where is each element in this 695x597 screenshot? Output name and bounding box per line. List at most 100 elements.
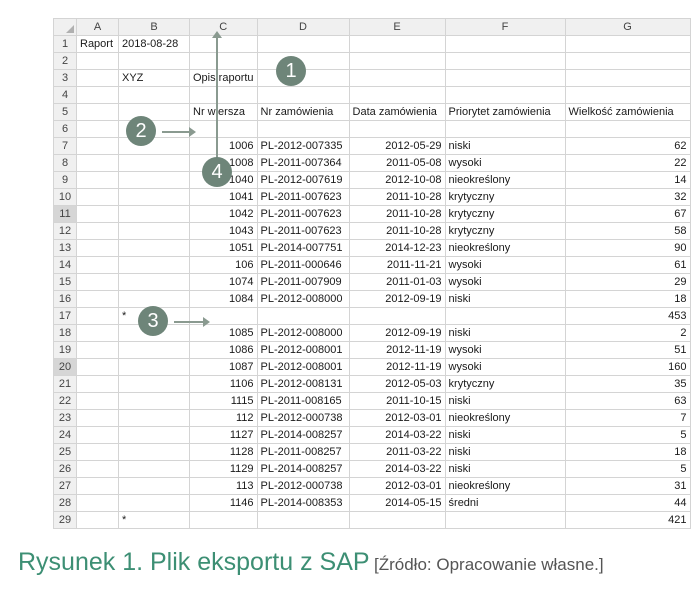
cell-f[interactable]: nieokreślony <box>444 477 566 495</box>
column-header-b[interactable]: B <box>118 18 190 36</box>
cell-c[interactable]: 1074 <box>189 273 258 291</box>
row-number[interactable]: 19 <box>53 341 77 359</box>
cell-g[interactable]: 7 <box>564 409 691 427</box>
cell-d[interactable]: PL-2012-008000 <box>256 290 350 308</box>
cell-b[interactable] <box>118 239 190 257</box>
cell-c[interactable]: 1087 <box>189 358 258 376</box>
cell-f[interactable]: Priorytet zamówienia <box>444 103 566 121</box>
cell-g[interactable]: 61 <box>564 256 691 274</box>
cell-e[interactable]: 2012-03-01 <box>348 477 446 495</box>
cell-c[interactable]: Nr wiersza <box>189 103 258 121</box>
cell-g[interactable] <box>564 35 691 53</box>
cell-f[interactable]: wysoki <box>444 256 566 274</box>
cell-d[interactable]: PL-2011-008165 <box>256 392 350 410</box>
cell-g[interactable]: 90 <box>564 239 691 257</box>
cell-g[interactable]: 18 <box>564 443 691 461</box>
cell-b[interactable] <box>118 392 190 410</box>
cell-d[interactable]: Nr zamówienia <box>256 103 350 121</box>
cell-e[interactable] <box>348 307 446 325</box>
cell-f[interactable] <box>444 86 566 104</box>
cell-g[interactable] <box>564 52 691 70</box>
cell-e[interactable]: 2012-03-01 <box>348 409 446 427</box>
cell-a[interactable] <box>76 188 119 206</box>
cell-d[interactable] <box>256 86 350 104</box>
cell-c[interactable]: 113 <box>189 477 258 495</box>
cell-e[interactable] <box>348 35 446 53</box>
cell-a[interactable] <box>76 494 119 512</box>
row-number[interactable]: 17 <box>53 307 77 325</box>
cell-a[interactable] <box>76 273 119 291</box>
row-number[interactable]: 29 <box>53 511 77 529</box>
cell-g[interactable]: 14 <box>564 171 691 189</box>
cell-f[interactable] <box>444 511 566 529</box>
cell-f[interactable]: krytyczny <box>444 375 566 393</box>
cell-f[interactable]: nieokreślony <box>444 239 566 257</box>
cell-f[interactable]: krytyczny <box>444 188 566 206</box>
cell-b[interactable] <box>118 290 190 308</box>
cell-e[interactable]: 2012-11-19 <box>348 358 446 376</box>
cell-a[interactable] <box>76 69 119 87</box>
cell-g[interactable]: 51 <box>564 341 691 359</box>
cell-b[interactable] <box>118 341 190 359</box>
cell-b[interactable] <box>118 103 190 121</box>
cell-b[interactable]: 2018-08-28 <box>118 35 190 53</box>
column-header-f[interactable]: F <box>444 18 566 36</box>
column-header-g[interactable]: G <box>564 18 691 36</box>
cell-b[interactable] <box>118 256 190 274</box>
cell-g[interactable] <box>564 120 691 138</box>
select-all-corner[interactable] <box>53 18 77 36</box>
cell-e[interactable]: 2011-10-28 <box>348 222 446 240</box>
row-number[interactable]: 5 <box>53 103 77 121</box>
cell-c[interactable]: 1127 <box>189 426 258 444</box>
cell-c[interactable]: 1051 <box>189 239 258 257</box>
cell-g[interactable] <box>564 86 691 104</box>
cell-d[interactable] <box>256 35 350 53</box>
cell-b[interactable] <box>118 205 190 223</box>
cell-d[interactable]: PL-2014-007751 <box>256 239 350 257</box>
cell-f[interactable] <box>444 69 566 87</box>
cell-f[interactable] <box>444 52 566 70</box>
cell-a[interactable] <box>76 239 119 257</box>
cell-f[interactable]: wysoki <box>444 273 566 291</box>
cell-a[interactable] <box>76 52 119 70</box>
row-number[interactable]: 20 <box>53 358 77 376</box>
cell-c[interactable]: 1086 <box>189 341 258 359</box>
row-number[interactable]: 7 <box>53 137 77 155</box>
row-number[interactable]: 14 <box>53 256 77 274</box>
cell-g[interactable]: 160 <box>564 358 691 376</box>
row-number[interactable]: 22 <box>53 392 77 410</box>
cell-g[interactable]: 62 <box>564 137 691 155</box>
cell-b[interactable] <box>118 86 190 104</box>
row-number[interactable]: 10 <box>53 188 77 206</box>
cell-b[interactable] <box>118 477 190 495</box>
cell-e[interactable]: 2011-10-28 <box>348 205 446 223</box>
row-number[interactable]: 15 <box>53 273 77 291</box>
cell-e[interactable]: 2011-10-28 <box>348 188 446 206</box>
cell-a[interactable] <box>76 341 119 359</box>
cell-d[interactable]: PL-2011-000646 <box>256 256 350 274</box>
cell-e[interactable]: 2012-09-19 <box>348 324 446 342</box>
cell-g[interactable]: 58 <box>564 222 691 240</box>
row-number[interactable]: 21 <box>53 375 77 393</box>
cell-e[interactable]: 2014-05-15 <box>348 494 446 512</box>
cell-b[interactable] <box>118 460 190 478</box>
cell-c[interactable]: 1129 <box>189 460 258 478</box>
cell-b[interactable] <box>118 494 190 512</box>
cell-c[interactable] <box>189 511 258 529</box>
cell-d[interactable]: PL-2012-007619 <box>256 171 350 189</box>
cell-e[interactable] <box>348 120 446 138</box>
cell-f[interactable]: niski <box>444 460 566 478</box>
cell-b[interactable] <box>118 154 190 172</box>
cell-e[interactable]: 2012-05-03 <box>348 375 446 393</box>
cell-g[interactable]: 5 <box>564 460 691 478</box>
cell-c[interactable]: Opis raportu <box>189 69 258 87</box>
cell-f[interactable]: nieokreślony <box>444 409 566 427</box>
cell-d[interactable]: PL-2012-008001 <box>256 341 350 359</box>
cell-a[interactable] <box>76 222 119 240</box>
cell-d[interactable] <box>256 511 350 529</box>
cell-f[interactable]: krytyczny <box>444 205 566 223</box>
cell-d[interactable]: PL-2012-008000 <box>256 324 350 342</box>
column-header-e[interactable]: E <box>348 18 446 36</box>
cell-c[interactable]: 112 <box>189 409 258 427</box>
cell-d[interactable]: PL-2011-007623 <box>256 222 350 240</box>
